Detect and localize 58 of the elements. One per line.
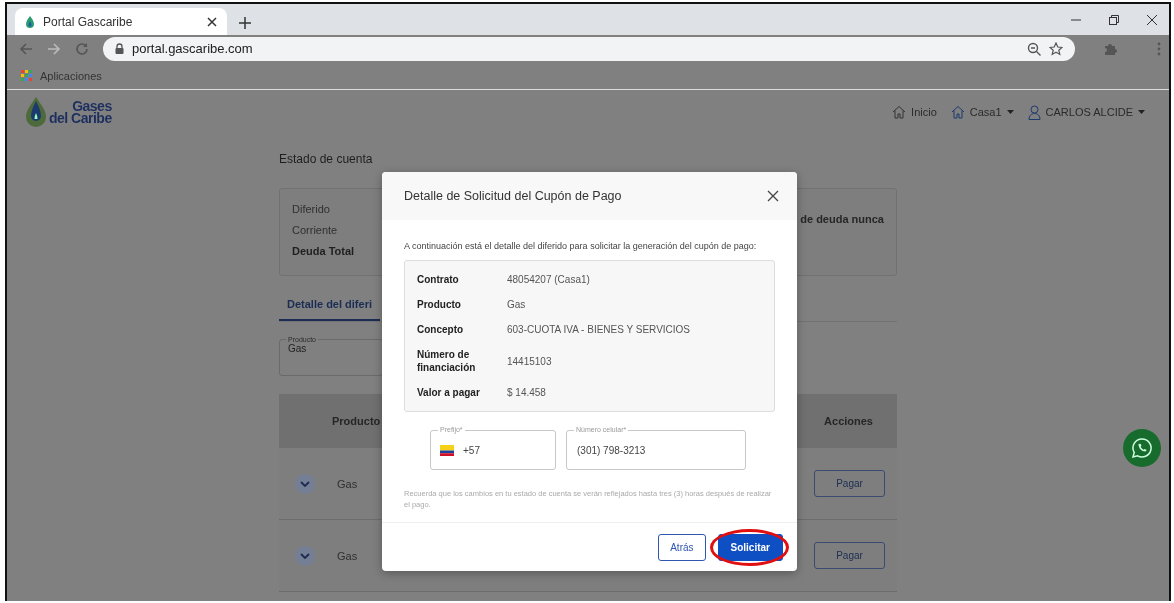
close-icon[interactable] bbox=[767, 190, 779, 202]
logo-text: Gases bbox=[72, 100, 112, 112]
request-button[interactable]: Solicitar bbox=[717, 533, 783, 561]
apps-grid-icon bbox=[21, 70, 32, 81]
summary-label: Diferido bbox=[292, 203, 331, 215]
logo-text: del Caribe bbox=[49, 112, 112, 124]
nav-link[interactable]: Casa1 bbox=[950, 105, 1014, 119]
detail-label: Valor a pagar bbox=[417, 386, 481, 400]
detail-label: Contrato bbox=[417, 273, 460, 287]
detail-value: Gas bbox=[507, 298, 527, 312]
zoom-out-icon[interactable] bbox=[1027, 41, 1041, 56]
nav-link[interactable]: Inicio bbox=[892, 105, 937, 119]
tab[interactable]: Detalle del diferi bbox=[279, 298, 380, 321]
back-button[interactable]: Atrás bbox=[658, 533, 706, 561]
flame-icon bbox=[25, 15, 35, 28]
detail-label: Número de financiación bbox=[417, 348, 477, 375]
pay-button[interactable]: Pagar bbox=[814, 542, 885, 569]
modal-title: Detalle de Solicitud del Cupón de Pago bbox=[404, 189, 623, 203]
page-title: Estado de cuenta bbox=[279, 152, 374, 166]
close-icon[interactable] bbox=[1147, 14, 1157, 25]
detail-value: $ 14.458 bbox=[507, 386, 547, 400]
summary-note: de deuda nunca bbox=[800, 213, 884, 227]
detail-value: 48054207 (Casa1) bbox=[507, 273, 591, 287]
expand-button[interactable] bbox=[295, 545, 315, 566]
lock-icon bbox=[115, 43, 124, 54]
flame-icon bbox=[25, 97, 47, 127]
caret-icon bbox=[1138, 110, 1145, 114]
star-icon[interactable] bbox=[1049, 41, 1063, 56]
home-icon bbox=[892, 105, 907, 119]
chevron-down-icon bbox=[300, 552, 310, 559]
expand-button[interactable] bbox=[295, 473, 315, 494]
browser-tab[interactable]: Portal Gascaribe bbox=[15, 8, 227, 35]
column-header: Acciones bbox=[824, 415, 873, 427]
restore-icon[interactable] bbox=[1109, 14, 1119, 25]
company-logo[interactable]: Gases del Caribe bbox=[25, 97, 112, 127]
summary-label: Corriente bbox=[292, 224, 339, 236]
chat-bubble-icon[interactable] bbox=[1123, 429, 1161, 467]
home-icon bbox=[950, 105, 965, 119]
tab-title: Portal Gascaribe bbox=[43, 14, 134, 29]
table-cell: Gas bbox=[337, 477, 358, 490]
chevron-down-icon bbox=[300, 480, 310, 487]
detail-value: 14415103 bbox=[507, 354, 553, 369]
detail-label: Concepto bbox=[417, 323, 465, 337]
new-tab-icon[interactable] bbox=[239, 17, 251, 29]
intro-text: A continuación está el detalle del diferido para solicitar la generación del cupón de pago: bbox=[404, 240, 758, 252]
pay-button[interactable]: Pagar bbox=[814, 470, 885, 497]
column-header: Producto bbox=[332, 415, 381, 427]
close-icon[interactable] bbox=[207, 16, 217, 27]
nav-link[interactable]: CARLOS ALCIDE bbox=[1027, 104, 1145, 120]
table-cell: Gas bbox=[337, 549, 358, 562]
caret-icon bbox=[1006, 110, 1014, 114]
summary-label: Deuda Total bbox=[292, 245, 355, 257]
address-bar[interactable]: portal.gascaribe.com bbox=[103, 36, 1075, 61]
flag-icon bbox=[440, 445, 454, 456]
detail-value: 603-CUOTA IVA - BIENES Y SERVICIOS bbox=[507, 323, 692, 337]
detail-label: Producto bbox=[417, 298, 462, 312]
user-icon bbox=[1027, 104, 1041, 120]
bookmark-link[interactable]: Aplicaciones bbox=[21, 69, 102, 82]
